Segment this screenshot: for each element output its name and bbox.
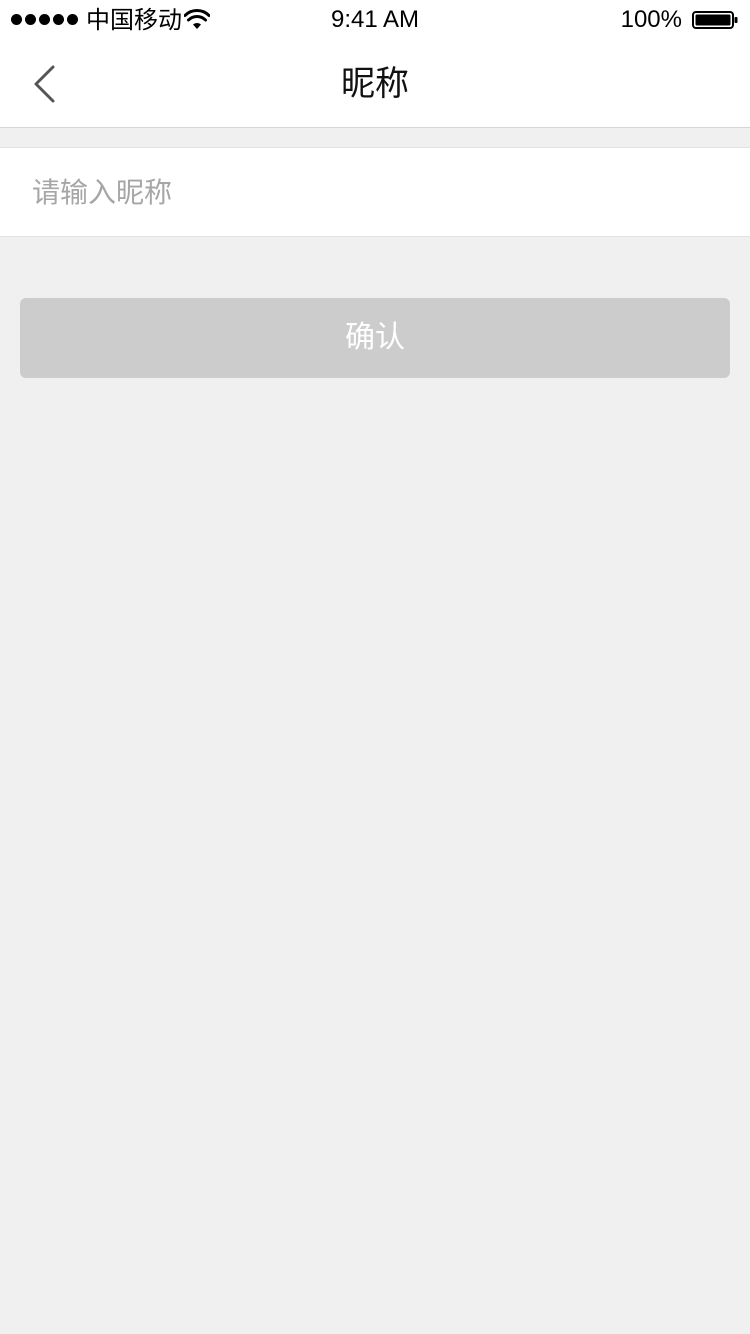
battery-icon [692, 11, 738, 29]
status-bar: 中国移动 9:41 AM 100% [0, 0, 750, 40]
navigation-bar: 昵称 [0, 40, 750, 128]
page-title: 昵称 [341, 64, 409, 104]
battery-percent: 100% [620, 6, 682, 33]
confirm-button[interactable]: 确认 [20, 298, 730, 378]
nickname-input[interactable] [32, 148, 722, 236]
nickname-input-row [0, 147, 750, 237]
